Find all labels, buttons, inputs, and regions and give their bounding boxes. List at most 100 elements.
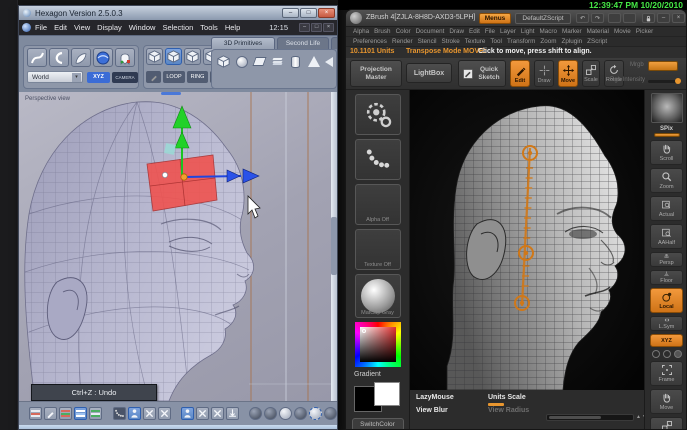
current-alpha-button[interactable]: Alpha Off xyxy=(354,183,401,225)
switch-color-button[interactable]: SwitchColor xyxy=(351,418,404,429)
slider-knob[interactable] xyxy=(675,78,681,84)
menu-marker[interactable]: Marker xyxy=(562,28,582,35)
shading-textured-button[interactable] xyxy=(309,407,322,420)
menu-zoom[interactable]: Zoom xyxy=(540,38,556,45)
secondary-color-swatch[interactable] xyxy=(373,382,400,407)
spix-control[interactable]: SPix xyxy=(653,126,680,137)
tab-3d-primitives[interactable]: 3D Primitives xyxy=(211,37,275,49)
units-scale-slider[interactable] xyxy=(488,403,504,406)
persp-button[interactable]: Persp xyxy=(650,252,683,267)
primitive-sphere-button[interactable] xyxy=(233,53,250,70)
current-brush-button[interactable] xyxy=(354,94,401,135)
view-radius-toggle[interactable]: View Radius xyxy=(488,407,529,414)
zoom-button[interactable]: Zoom xyxy=(650,168,683,193)
primitive-plane-button[interactable] xyxy=(251,53,268,70)
lsym-button[interactable]: L.Sym xyxy=(650,316,683,331)
viewport-split-handle[interactable] xyxy=(161,92,181,95)
primitive-cone-button[interactable] xyxy=(305,53,322,70)
menu-light[interactable]: Light xyxy=(521,28,535,35)
hexagon-viewport[interactable]: Perspective view Ctrl+Z : Undo xyxy=(19,92,337,401)
menu-picker[interactable]: Picker xyxy=(636,28,654,35)
x-mode2-button[interactable] xyxy=(211,407,224,420)
spix-slider[interactable] xyxy=(653,133,680,137)
z-intensity-slider[interactable] xyxy=(648,78,681,84)
aahalf-button[interactable]: AAHalf xyxy=(650,224,683,249)
menu-item-selection[interactable]: Selection xyxy=(162,23,193,32)
menu-document[interactable]: Document xyxy=(416,28,445,35)
menu-preferences[interactable]: Preferences xyxy=(353,38,387,45)
dots-mode-button[interactable] xyxy=(113,407,126,420)
world-space-dropdown[interactable]: World ▾ xyxy=(27,71,83,83)
person-mode-button[interactable] xyxy=(181,407,194,420)
tab-second-life[interactable]: Second Life xyxy=(277,37,329,49)
y-axis-dot-icon[interactable] xyxy=(662,350,671,358)
scale-mode-button[interactable]: Scale xyxy=(582,60,600,87)
minimize-button[interactable]: – xyxy=(282,8,299,18)
rotate-tool2-button[interactable] xyxy=(158,407,171,420)
maximize-button[interactable]: □ xyxy=(300,8,317,18)
close-button-small[interactable]: × xyxy=(323,23,334,32)
zbrush-canvas[interactable] xyxy=(410,90,644,391)
minimize-button-small[interactable]: – xyxy=(299,23,310,32)
grid-green-button[interactable] xyxy=(89,407,102,420)
menu-material[interactable]: Material xyxy=(587,28,609,35)
dropdown-arrow-icon[interactable]: ▾ xyxy=(72,72,81,82)
current-texture-button[interactable]: Texture Off xyxy=(354,228,401,270)
menu-item-view[interactable]: View xyxy=(74,23,90,32)
menu-item-help[interactable]: Help xyxy=(225,23,240,32)
menu-alpha[interactable]: Alpha xyxy=(353,28,369,35)
primitive-cylinder-button[interactable] xyxy=(287,53,304,70)
edit-mode-button[interactable]: Edit xyxy=(510,60,530,87)
menu-texture[interactable]: Texture xyxy=(465,38,486,45)
menu-brush[interactable]: Brush xyxy=(374,28,390,35)
arc-tool-button[interactable] xyxy=(49,48,69,67)
redo-button[interactable]: ↷ xyxy=(591,13,604,23)
loop-select-button[interactable]: LOOP xyxy=(163,71,185,83)
menu-color[interactable]: Color xyxy=(396,28,411,35)
draw-mode-button[interactable]: Draw xyxy=(534,60,554,87)
current-material-button[interactable]: MatCap Gray xyxy=(354,273,401,319)
x-mode-button[interactable] xyxy=(196,407,209,420)
menu-stencil[interactable]: Stencil xyxy=(418,38,437,45)
ghost-tool-button[interactable] xyxy=(115,48,135,67)
menu-item-display[interactable]: Display xyxy=(97,23,122,32)
units-scale-toggle[interactable]: Units Scale xyxy=(488,394,526,401)
menu-draw[interactable]: Draw xyxy=(449,28,464,35)
floor-button[interactable]: Floor xyxy=(650,270,683,285)
grid-blue-button[interactable] xyxy=(74,407,87,420)
local-button[interactable]: Local xyxy=(650,288,683,313)
menu-edit[interactable]: Edit xyxy=(469,28,480,35)
default-zscript-button[interactable]: DefaultZScript xyxy=(515,12,571,24)
scale-view-button[interactable]: Scale xyxy=(650,417,683,429)
gradient-toggle[interactable]: Gradient xyxy=(354,371,381,378)
document-preview-thumbnail[interactable] xyxy=(650,93,683,123)
mrgb-toggle[interactable]: Mrgb xyxy=(630,62,644,68)
move-mode-button[interactable]: Move xyxy=(558,60,578,87)
close-zbrush-button[interactable]: × xyxy=(672,13,685,23)
doc-prev-button[interactable] xyxy=(608,13,621,23)
menu-item-tools[interactable]: Tools xyxy=(200,23,218,32)
lightbox-button[interactable]: LightBox xyxy=(406,63,452,83)
surface-tool-button[interactable] xyxy=(71,48,91,67)
shading-ghost-button[interactable] xyxy=(324,407,337,420)
menu-layer[interactable]: Layer xyxy=(500,28,516,35)
menu-movie[interactable]: Movie xyxy=(614,28,631,35)
menu-file[interactable]: File xyxy=(485,28,495,35)
select-person-button[interactable] xyxy=(128,407,141,420)
menu-tool[interactable]: Tool xyxy=(490,38,502,45)
drop-anchor-button[interactable] xyxy=(226,407,239,420)
menu-transform[interactable]: Transform xyxy=(507,38,535,45)
rgb-intensity-slider[interactable] xyxy=(648,61,678,71)
undo-button[interactable]: ↶ xyxy=(576,13,589,23)
close-button[interactable]: × xyxy=(318,8,335,18)
menu-zplugin[interactable]: Zplugin xyxy=(562,38,583,45)
shading-flat-button[interactable] xyxy=(279,407,292,420)
primitive-stack-button[interactable] xyxy=(269,53,286,70)
canvas-hscrollbar-thumb[interactable] xyxy=(549,416,601,419)
primitives-prev-arrow-button[interactable] xyxy=(323,55,335,68)
select-face-button[interactable] xyxy=(184,48,201,65)
menus-toggle-button[interactable]: Menus xyxy=(479,12,511,24)
doc-next-button[interactable] xyxy=(623,13,636,23)
hexagon-titlebar[interactable]: Hexagon Version 2.5.0.3 – □ × xyxy=(19,6,337,20)
select-edge-button[interactable] xyxy=(165,48,182,65)
